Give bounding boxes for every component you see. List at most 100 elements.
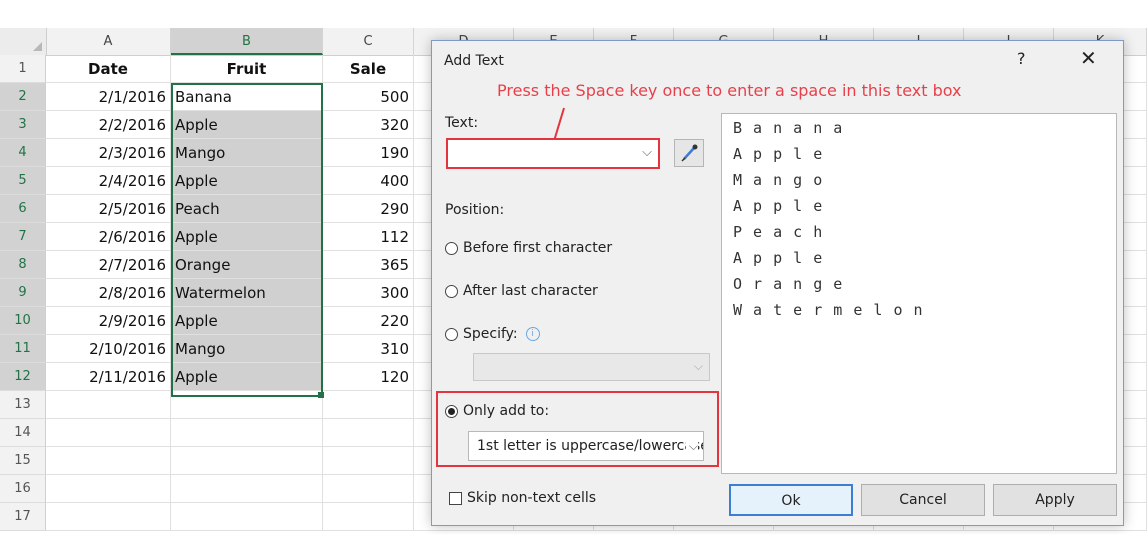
text-label: Text: bbox=[445, 115, 479, 131]
chevron-down-icon[interactable]: ⌵ bbox=[685, 432, 698, 460]
date-cell[interactable]: 2/9/2016 bbox=[46, 307, 171, 335]
radio-specify-circle[interactable] bbox=[445, 327, 458, 341]
row-header[interactable]: 14 bbox=[0, 419, 46, 447]
date-cell[interactable]: 2/1/2016 bbox=[46, 83, 171, 111]
fruit-cell[interactable]: Apple bbox=[171, 307, 323, 335]
fruit-cell[interactable]: Mango bbox=[171, 335, 323, 363]
eyedropper-button[interactable] bbox=[674, 139, 704, 167]
cell[interactable] bbox=[171, 419, 323, 447]
skip-checkbox[interactable] bbox=[449, 491, 462, 505]
column-header-a[interactable]: A bbox=[46, 28, 171, 55]
specify-position-combo: ⌵ bbox=[473, 353, 710, 381]
fruit-cell[interactable]: Apple bbox=[171, 167, 323, 195]
radio-after-last-character[interactable]: After last character bbox=[445, 279, 598, 303]
sale-cell[interactable]: 220 bbox=[323, 307, 414, 335]
fruit-cell[interactable]: Apple bbox=[171, 223, 323, 251]
row-header[interactable]: 2 bbox=[0, 83, 46, 111]
cell[interactable] bbox=[323, 391, 414, 419]
date-cell[interactable]: 2/10/2016 bbox=[46, 335, 171, 363]
cell[interactable] bbox=[323, 503, 414, 531]
radio-after-circle[interactable] bbox=[445, 284, 458, 298]
cell[interactable] bbox=[171, 503, 323, 531]
fruit-cell[interactable]: Watermelon bbox=[171, 279, 323, 307]
sale-cell[interactable]: 320 bbox=[323, 111, 414, 139]
sale-cell[interactable]: 190 bbox=[323, 139, 414, 167]
date-cell[interactable]: 2/6/2016 bbox=[46, 223, 171, 251]
radio-before-circle[interactable] bbox=[445, 241, 458, 255]
cell[interactable] bbox=[46, 503, 171, 531]
sale-cell[interactable]: 120 bbox=[323, 363, 414, 391]
row-header[interactable]: 7 bbox=[0, 223, 46, 251]
header-cell[interactable]: Fruit bbox=[171, 55, 323, 83]
cell[interactable] bbox=[171, 447, 323, 475]
preview-line: O r a n g e bbox=[733, 275, 844, 293]
cell[interactable] bbox=[171, 391, 323, 419]
fruit-cell[interactable]: Apple bbox=[171, 363, 323, 391]
ok-button[interactable]: Ok bbox=[729, 484, 853, 516]
row-header[interactable]: 13 bbox=[0, 391, 46, 419]
chevron-down-icon[interactable]: ⌵ bbox=[642, 145, 652, 160]
cell[interactable] bbox=[46, 447, 171, 475]
row-header[interactable]: 8 bbox=[0, 251, 46, 279]
header-cell[interactable]: Date bbox=[46, 55, 171, 83]
help-button[interactable]: ? bbox=[1017, 49, 1026, 68]
fruit-cell[interactable]: Mango bbox=[171, 139, 323, 167]
radio-only-circle[interactable] bbox=[445, 404, 458, 418]
row-header[interactable]: 1 bbox=[0, 55, 46, 83]
fruit-cell[interactable]: Orange bbox=[171, 251, 323, 279]
row-header[interactable]: 11 bbox=[0, 335, 46, 363]
radio-specify[interactable]: Specify: i bbox=[445, 322, 540, 346]
select-all-corner[interactable] bbox=[0, 28, 47, 55]
row-header[interactable]: 16 bbox=[0, 475, 46, 503]
row-header[interactable]: 4 bbox=[0, 139, 46, 167]
radio-before-first-character[interactable]: Before first character bbox=[445, 236, 612, 260]
date-cell[interactable]: 2/3/2016 bbox=[46, 139, 171, 167]
sale-cell[interactable]: 310 bbox=[323, 335, 414, 363]
row-header[interactable]: 5 bbox=[0, 167, 46, 195]
row-header[interactable]: 15 bbox=[0, 447, 46, 475]
skip-label: Skip non-text cells bbox=[467, 490, 597, 506]
skip-non-text-cells-option[interactable]: Skip non-text cells bbox=[449, 490, 596, 506]
sale-cell[interactable]: 300 bbox=[323, 279, 414, 307]
cell[interactable] bbox=[46, 419, 171, 447]
cancel-button[interactable]: Cancel bbox=[861, 484, 985, 516]
fill-handle[interactable] bbox=[318, 392, 324, 398]
radio-only-add-to[interactable]: Only add to: bbox=[445, 399, 549, 423]
fruit-cell[interactable]: Apple bbox=[171, 111, 323, 139]
cell[interactable] bbox=[323, 447, 414, 475]
only-add-to-select[interactable]: 1st letter is uppercase/lowercase ⌵ bbox=[468, 431, 704, 461]
apply-button[interactable]: Apply bbox=[993, 484, 1117, 516]
row-header[interactable]: 12 bbox=[0, 363, 46, 391]
row-header[interactable]: 3 bbox=[0, 111, 46, 139]
sale-cell[interactable]: 500 bbox=[323, 83, 414, 111]
preview-line: A p p l e bbox=[733, 249, 824, 267]
cell[interactable] bbox=[46, 475, 171, 503]
cell[interactable] bbox=[171, 475, 323, 503]
sale-cell[interactable]: 112 bbox=[323, 223, 414, 251]
date-cell[interactable]: 2/5/2016 bbox=[46, 195, 171, 223]
text-input-combo[interactable]: ⌵ bbox=[446, 138, 660, 169]
date-cell[interactable]: 2/4/2016 bbox=[46, 167, 171, 195]
cell[interactable] bbox=[323, 475, 414, 503]
date-cell[interactable]: 2/11/2016 bbox=[46, 363, 171, 391]
column-header-b[interactable]: B bbox=[171, 28, 323, 55]
cell[interactable] bbox=[46, 391, 171, 419]
row-header[interactable]: 6 bbox=[0, 195, 46, 223]
fruit-cell[interactable]: Banana bbox=[171, 83, 323, 111]
date-cell[interactable]: 2/2/2016 bbox=[46, 111, 171, 139]
date-cell[interactable]: 2/8/2016 bbox=[46, 279, 171, 307]
sale-cell[interactable]: 365 bbox=[323, 251, 414, 279]
header-cell[interactable]: Sale bbox=[323, 55, 414, 83]
close-button[interactable]: ✕ bbox=[1080, 46, 1097, 70]
cell[interactable] bbox=[323, 419, 414, 447]
fruit-cell[interactable]: Peach bbox=[171, 195, 323, 223]
preview-line: W a t e r m e l o n bbox=[733, 301, 924, 319]
row-header[interactable]: 10 bbox=[0, 307, 46, 335]
sale-cell[interactable]: 400 bbox=[323, 167, 414, 195]
date-cell[interactable]: 2/7/2016 bbox=[46, 251, 171, 279]
row-header[interactable]: 17 bbox=[0, 503, 46, 531]
sale-cell[interactable]: 290 bbox=[323, 195, 414, 223]
preview-line: B a n a n a bbox=[733, 119, 844, 137]
column-header-c[interactable]: C bbox=[323, 28, 414, 55]
row-header[interactable]: 9 bbox=[0, 279, 46, 307]
